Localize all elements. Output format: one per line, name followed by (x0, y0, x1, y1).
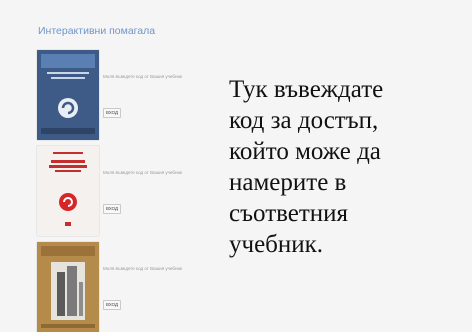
annotation-line: код за достъп, (229, 107, 379, 134)
enter-button[interactable]: ВХОД (103, 204, 121, 214)
enter-button[interactable]: ВХОД (103, 300, 121, 310)
annotation-line: Тук въвеждате (229, 76, 384, 103)
access-code-hint: Моля въведете код от Вашия учебник (103, 170, 182, 175)
textbook-cover-3[interactable] (37, 242, 99, 332)
textbook-cover-1[interactable] (37, 50, 99, 140)
annotation-line: учебник. (229, 231, 324, 258)
instruction-annotation: Тук въвеждате код за достъп, който може … (229, 74, 459, 260)
annotation-line: намерите в (229, 169, 347, 196)
annotation-line: съответния (229, 200, 349, 227)
enter-button[interactable]: ВХОД (103, 108, 121, 118)
textbook-cover-2[interactable] (37, 146, 99, 236)
access-code-hint: Моля въведете код от Вашия учебник (103, 74, 182, 79)
book-cover-blue-image (37, 50, 99, 140)
section-title: Интерактивни помагала (38, 25, 156, 37)
book-cover-gold-image (37, 242, 99, 332)
page-frame: Интерактивни помагала Моля въведете код … (0, 0, 472, 332)
textbook-item: Моля въведете код от Вашия учебник ВХОД (37, 50, 227, 140)
annotation-line: който може да (229, 138, 381, 165)
access-code-hint: Моля въведете код от Вашия учебник (103, 266, 182, 271)
book-cover-red-image (37, 146, 99, 236)
textbook-item: Моля въведете код от Вашия учебник ВХОД (37, 146, 227, 236)
textbook-item: Моля въведете код от Вашия учебник ВХОД (37, 242, 227, 332)
